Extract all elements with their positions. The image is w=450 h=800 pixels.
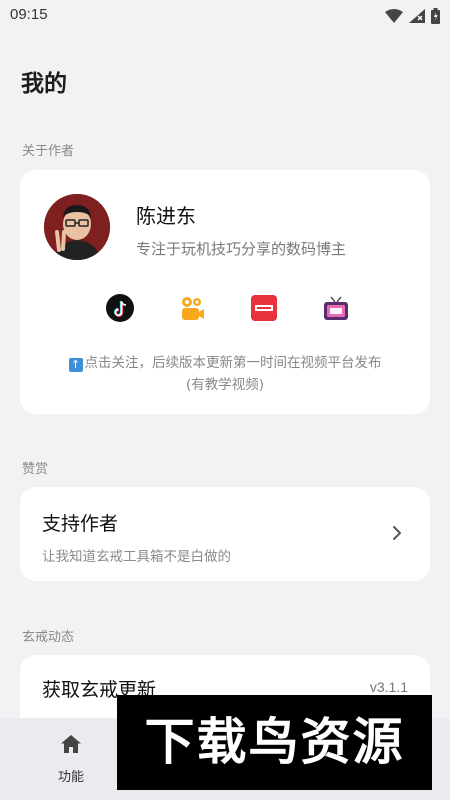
- support-author-card[interactable]: 支持作者 让我知道玄戒工具箱不是白做的: [20, 487, 430, 581]
- author-card: 陈进东 专注于玩机技巧分享的数码博主 ↑ 点击关注，后续版本更新第一时间在视频平…: [20, 170, 430, 414]
- watermark-text: 下载鸟资源: [144, 713, 405, 771]
- status-time: 09:15: [10, 6, 48, 23]
- support-subtitle: 让我知道玄戒工具箱不是白做的: [42, 549, 231, 565]
- version-label: v3.1.1: [369, 679, 408, 695]
- notice-line2: (有教学视频): [185, 377, 265, 393]
- page-title: 我的: [21, 71, 67, 97]
- nav-label-features: 功能: [57, 770, 84, 785]
- section-label-news: 玄戒动态: [22, 630, 75, 645]
- status-icons: [385, 6, 440, 26]
- section-label-about: 关于作者: [22, 144, 75, 159]
- section-label-reward: 赞赏: [22, 462, 49, 477]
- wifi-icon: [385, 9, 403, 23]
- watermark-banner: 下载鸟资源: [117, 695, 432, 790]
- arrow-up-icon: ↑: [68, 358, 83, 372]
- kuaishou-icon[interactable]: [178, 294, 206, 322]
- nav-item-features[interactable]: 功能: [40, 732, 102, 785]
- status-bar: 09:15: [0, 0, 450, 32]
- tiktok-icon[interactable]: [106, 294, 134, 322]
- signal-icon: [409, 9, 425, 23]
- author-bio: 专注于玩机技巧分享的数码博主: [136, 240, 347, 258]
- notice-line1: 点击关注，后续版本更新第一时间在视频平台发布: [84, 355, 382, 371]
- home-icon: [61, 735, 81, 753]
- xiaohongshu-icon[interactable]: [250, 294, 278, 322]
- battery-icon: [431, 8, 440, 24]
- tv-icon[interactable]: [322, 294, 350, 322]
- chevron-right-icon: [393, 526, 401, 540]
- support-title: 支持作者: [42, 513, 119, 535]
- follow-notice: ↑ 点击关注，后续版本更新第一时间在视频平台发布 (有教学视频): [20, 352, 430, 396]
- social-links: [106, 294, 348, 324]
- avatar: [44, 194, 110, 260]
- author-name: 陈进东: [136, 204, 196, 228]
